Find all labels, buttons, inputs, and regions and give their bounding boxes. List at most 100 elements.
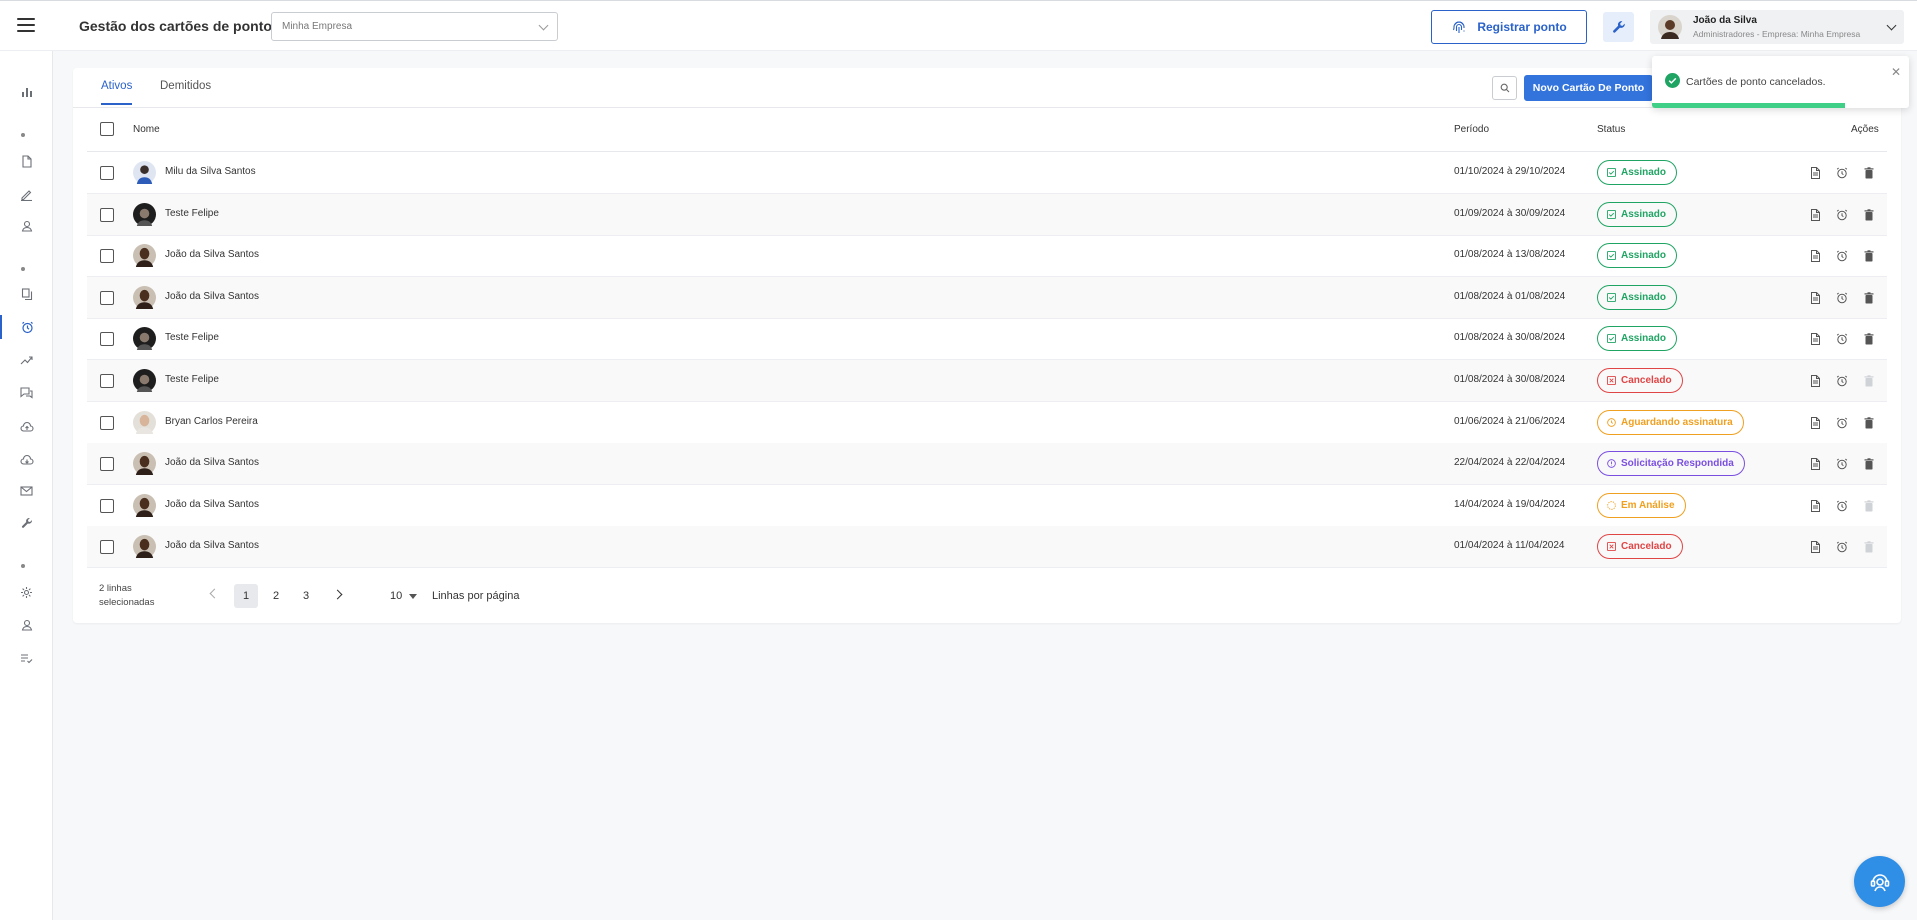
status-badge: Aguardando assinatura [1597,409,1744,435]
select-all-checkbox[interactable] [100,122,114,136]
previous-page-icon[interactable] [209,588,220,599]
register-time-button[interactable]: Registrar ponto [1431,10,1587,44]
employee-name: João da Silva Santos [165,457,259,469]
alarm-clock-icon[interactable] [1834,498,1850,514]
chevron-down-icon [538,20,549,31]
alarm-clock-icon[interactable] [1834,290,1850,306]
page-1-button[interactable]: 1 [234,584,258,608]
row-checkbox[interactable] [100,457,114,472]
sidebar-item-settings[interactable] [0,580,53,604]
alarm-clock-icon[interactable] [1834,331,1850,347]
sidebar-item-signatures[interactable] [0,182,53,206]
document-icon[interactable] [1807,290,1823,306]
new-time-card-button[interactable]: Novo Cartão De Ponto [1524,75,1653,101]
document-icon[interactable] [1807,539,1823,555]
column-header-name: Nome [133,124,160,135]
tab-dismissed[interactable]: Demitidos [160,80,211,103]
support-chat-button[interactable] [1854,856,1905,907]
sidebar [0,51,53,920]
sidebar-item-messages[interactable] [0,381,53,405]
document-icon[interactable] [1807,165,1823,181]
sidebar-item-mail[interactable] [0,479,53,503]
tools-button[interactable] [1603,12,1634,42]
document-icon[interactable] [1807,456,1823,472]
status-icon [1607,542,1616,552]
trash-icon[interactable] [1861,415,1877,431]
cloud-download-icon [19,454,34,465]
sidebar-item-employees[interactable] [0,214,53,238]
company-select-value: Minha Empresa [282,21,353,32]
sidebar-item-upload[interactable] [0,414,53,438]
user-menu[interactable]: João da Silva Administradores - Empresa:… [1650,10,1904,44]
row-actions [1807,207,1877,223]
row-checkbox[interactable] [100,415,114,430]
company-select[interactable]: Minha Empresa [271,12,558,41]
table-row: João da Silva Santos 01/04/2024 à 11/04/2… [87,526,1887,569]
sidebar-item-copies[interactable] [0,282,53,306]
trash-icon[interactable] [1861,207,1877,223]
rows-per-page-select[interactable]: 10 [390,590,418,602]
chat-icon [20,387,33,399]
sidebar-item-download[interactable] [0,447,53,471]
alarm-clock-icon[interactable] [1834,539,1850,555]
employee-name: João da Silva Santos [165,249,259,261]
table-row: Milu da Silva Santos 01/10/2024 à 29/10/2… [87,152,1887,194]
trash-icon[interactable] [1861,456,1877,472]
document-icon[interactable] [1807,498,1823,514]
row-checkbox[interactable] [100,540,114,555]
close-icon[interactable]: ✕ [1891,65,1901,79]
alarm-clock-icon[interactable] [1834,207,1850,223]
row-checkbox[interactable] [100,374,114,388]
row-checkbox[interactable] [100,207,114,222]
alarm-clock-icon[interactable] [1834,456,1850,472]
alarm-clock-icon[interactable] [1834,248,1850,264]
row-checkbox[interactable] [100,249,114,264]
next-page-icon[interactable] [332,589,343,600]
period-text: 14/04/2024 à 19/04/2024 [1454,498,1566,510]
sidebar-item-checklist[interactable] [0,646,53,670]
period-text: 01/08/2024 à 13/08/2024 [1454,249,1566,261]
status-icon [1607,209,1616,219]
status-label: Assinado [1621,291,1667,303]
menu-icon[interactable] [17,18,35,32]
row-checkbox[interactable] [100,498,114,513]
employee-avatar [133,369,156,392]
sidebar-item-documents[interactable] [0,149,53,173]
document-icon[interactable] [1807,207,1823,223]
sidebar-item-analytics[interactable] [0,348,53,372]
trash-icon[interactable] [1861,248,1877,264]
employee-name: João da Silva Santos [165,498,259,510]
alarm-clock-icon[interactable] [1834,415,1850,431]
document-icon[interactable] [1807,415,1823,431]
status-label: Em Análise [1621,499,1675,511]
row-checkbox[interactable] [100,290,114,305]
row-checkbox[interactable] [100,332,114,347]
employee-name: Bryan Carlos Pereira [165,415,258,427]
page-2-button[interactable]: 2 [264,584,288,608]
row-actions [1807,373,1877,389]
alarm-clock-icon[interactable] [1834,165,1850,181]
sidebar-item-users[interactable] [0,613,53,637]
time-cards-panel: Ativos Demitidos Novo Cartão De Ponto No… [73,68,1901,623]
sidebar-item-tools[interactable] [0,511,53,535]
trash-icon[interactable] [1861,290,1877,306]
trash-icon[interactable] [1861,331,1877,347]
document-icon[interactable] [1807,373,1823,389]
page-3-button[interactable]: 3 [294,584,318,608]
copy-icon [21,287,32,300]
table-row: Teste Felipe 01/08/2024 à 30/08/2024 Assin… [87,318,1887,361]
period-text: 01/08/2024 à 30/08/2024 [1454,374,1566,385]
rows-per-page-label: Linhas por página [432,590,520,602]
sidebar-item-time-cards[interactable] [0,315,53,339]
document-icon[interactable] [1807,248,1823,264]
status-badge: Em Análise [1597,492,1686,518]
search-button[interactable] [1492,76,1517,100]
chevron-down-icon [1886,20,1897,31]
trash-icon[interactable] [1861,165,1877,181]
row-checkbox[interactable] [100,166,114,180]
document-icon[interactable] [1807,331,1823,347]
alarm-clock-icon[interactable] [1834,373,1850,389]
sidebar-item-reports[interactable] [0,80,53,104]
tab-active[interactable]: Ativos [101,80,133,105]
support-agent-icon [1870,873,1889,891]
